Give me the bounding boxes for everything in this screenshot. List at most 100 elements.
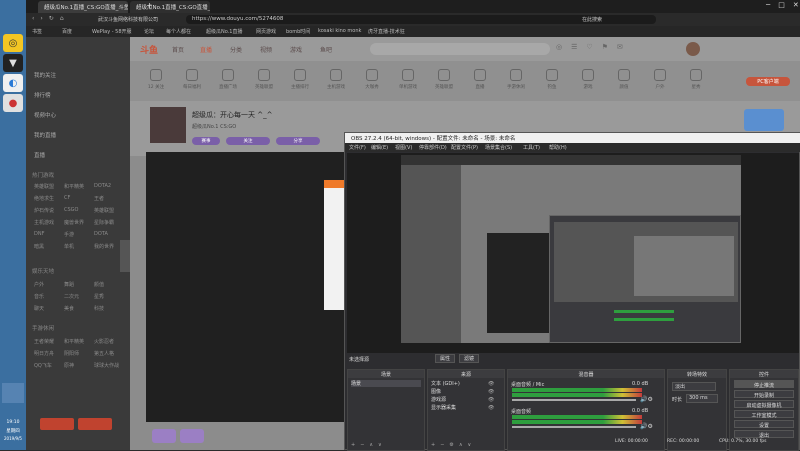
category-item[interactable]: 大咖秀 <box>358 69 386 90</box>
bookmark-item[interactable]: 百度 <box>62 28 72 35</box>
menu-item[interactable]: 配置文件(P) <box>451 144 478 151</box>
game-link[interactable]: 明日方舟 <box>34 350 54 357</box>
menu-item[interactable]: 工具(T) <box>523 144 540 151</box>
category-item[interactable]: 直播广场 <box>214 69 242 90</box>
edge-browser-icon[interactable]: ◐ <box>3 74 23 92</box>
category-item[interactable]: 12 关注 <box>142 69 170 90</box>
scene-toolbar[interactable]: +−∧∨ <box>351 442 387 448</box>
bookmark-item[interactable]: 每个人都在 <box>166 28 191 35</box>
douyu-logo[interactable]: 斗鱼 <box>140 43 158 56</box>
game-link[interactable]: 绝地求生 <box>34 195 54 202</box>
bookmark-item[interactable]: 论坛 <box>144 28 154 35</box>
sidebar-item-mylive[interactable]: 我的直播 <box>34 131 56 139</box>
nav-fishbar[interactable]: 鱼吧 <box>320 45 332 54</box>
game-link[interactable]: CF <box>64 195 70 201</box>
nav-video[interactable]: 视频 <box>260 45 272 54</box>
game-link[interactable]: 原神 <box>64 362 74 369</box>
game-link[interactable]: 第五人格 <box>94 350 114 357</box>
sidebar-item-rank[interactable]: 排行榜 <box>34 91 51 99</box>
menu-item[interactable]: 文件(F) <box>349 144 366 151</box>
game-link[interactable]: 颜值 <box>94 281 104 288</box>
gift-icon[interactable] <box>152 429 176 443</box>
bookmark-item[interactable]: 虎牙直播-技术狂 <box>368 28 405 35</box>
sidebar-item-video[interactable]: 视频中心 <box>34 111 56 119</box>
category-item[interactable]: 直播 <box>466 69 494 90</box>
bookmark-item[interactable]: bomb时间 <box>286 28 310 35</box>
game-link[interactable]: 暗黑 <box>34 243 44 250</box>
nav-game[interactable]: 游戏 <box>290 45 302 54</box>
game-link[interactable]: 聊天 <box>34 305 44 312</box>
game-link[interactable]: 王者荣耀 <box>34 338 54 345</box>
share-button[interactable]: 分享 <box>276 137 320 145</box>
browser-tab[interactable]: 超级瓜No.1直播_CS:GO直播_斗鱼直 <box>38 1 128 13</box>
gift-icon[interactable] <box>180 429 204 443</box>
settings-button[interactable]: 设置 <box>734 420 794 429</box>
stop-stream-button[interactable]: 停止推流 <box>734 380 794 389</box>
game-link[interactable]: 科技 <box>94 305 104 312</box>
source-item[interactable]: 文本 (GDI+) <box>431 380 460 387</box>
game-link[interactable]: 星秀 <box>94 293 104 300</box>
game-link[interactable]: 英雄联盟 <box>94 207 114 214</box>
game-link[interactable]: 主机游戏 <box>34 219 54 226</box>
bookmark-item[interactable]: 超级瓜No.1直播 <box>206 28 242 35</box>
game-link[interactable]: QQ飞车 <box>34 362 52 369</box>
category-item[interactable]: 手游休闲 <box>502 69 530 90</box>
visibility-icon[interactable]: 👁 👁 👁 👁 <box>488 380 494 412</box>
game-link[interactable]: 美食 <box>64 305 74 312</box>
promo-banner[interactable] <box>744 109 784 131</box>
studio-mode-button[interactable]: 工作室模式 <box>734 410 794 419</box>
start-record-button[interactable]: 开始录制 <box>734 390 794 399</box>
bookmark-item[interactable]: kosaki kino monk <box>318 28 361 34</box>
game-link[interactable]: 阴阳师 <box>64 350 79 357</box>
game-link[interactable]: 户外 <box>34 281 44 288</box>
category-item[interactable]: 星秀 <box>682 69 710 90</box>
duration-input[interactable]: 300 ms <box>686 394 718 403</box>
obs-app-icon[interactable]: ● <box>3 94 23 112</box>
pc-client-button[interactable]: PC客户端 <box>746 77 790 86</box>
sidebar-item-live[interactable]: 直播 <box>34 151 45 159</box>
game-link[interactable]: DOTA2 <box>94 183 111 189</box>
history-button[interactable] <box>40 418 74 430</box>
obs-preview[interactable] <box>347 153 799 353</box>
menu-item[interactable]: 停靠部件(D) <box>419 144 447 151</box>
category-item[interactable]: 主播排行 <box>286 69 314 90</box>
category-item[interactable]: 颜值 <box>610 69 638 90</box>
avatar[interactable] <box>686 42 700 56</box>
streamer-avatar[interactable] <box>150 107 186 143</box>
game-link[interactable]: 和平精英 <box>64 338 84 345</box>
game-link[interactable]: 火影忍者 <box>94 338 114 345</box>
site-search-input[interactable] <box>370 43 550 55</box>
category-item[interactable]: 英雄联盟 <box>430 69 458 90</box>
source-item[interactable]: 图像 <box>431 388 441 395</box>
game-link[interactable]: DNF <box>34 231 44 237</box>
category-item[interactable]: 每日福利 <box>178 69 206 90</box>
collapse-handle[interactable] <box>120 240 130 272</box>
game-link[interactable]: DOTA <box>94 231 108 237</box>
game-link[interactable]: 星际争霸 <box>94 219 114 226</box>
nav-home[interactable]: 首页 <box>172 45 184 54</box>
game-link[interactable]: 我的世界 <box>94 243 114 250</box>
category-item[interactable]: 游戏 <box>574 69 602 90</box>
sidebar-item-following[interactable]: 我的关注 <box>34 71 56 79</box>
header-icons[interactable]: ◎☰♡⚑✉ <box>556 43 632 51</box>
network-icon[interactable] <box>2 383 24 403</box>
game-link[interactable]: 英雄联盟 <box>34 183 54 190</box>
game-link[interactable]: 和平精英 <box>64 183 84 190</box>
source-item[interactable]: 显示器采集 <box>431 404 456 411</box>
nav-buttons-icon[interactable]: ‹›↻⌂ <box>32 15 70 22</box>
source-toolbar[interactable]: +−⚙∧∨ <box>431 442 476 448</box>
nav-category[interactable]: 分类 <box>230 45 242 54</box>
game-link[interactable]: 舞蹈 <box>64 281 74 288</box>
menu-item[interactable]: 编辑(E) <box>371 144 388 151</box>
room-tag[interactable]: 赛事 <box>192 137 220 145</box>
app-launcher-icon[interactable]: ◎ <box>3 34 23 52</box>
filters-button[interactable]: 滤镜 <box>459 354 479 363</box>
new-tab-button[interactable]: + <box>146 1 153 10</box>
scene-item[interactable]: 场景 <box>351 380 421 387</box>
volume-slider[interactable] <box>512 399 636 401</box>
nav-live[interactable]: 直播 <box>200 45 212 54</box>
category-item[interactable]: 主机游戏 <box>322 69 350 90</box>
browser-search[interactable]: 在此搜索 <box>582 16 602 23</box>
category-item[interactable]: 户外 <box>646 69 674 90</box>
game-link[interactable]: 王者 <box>94 195 104 202</box>
